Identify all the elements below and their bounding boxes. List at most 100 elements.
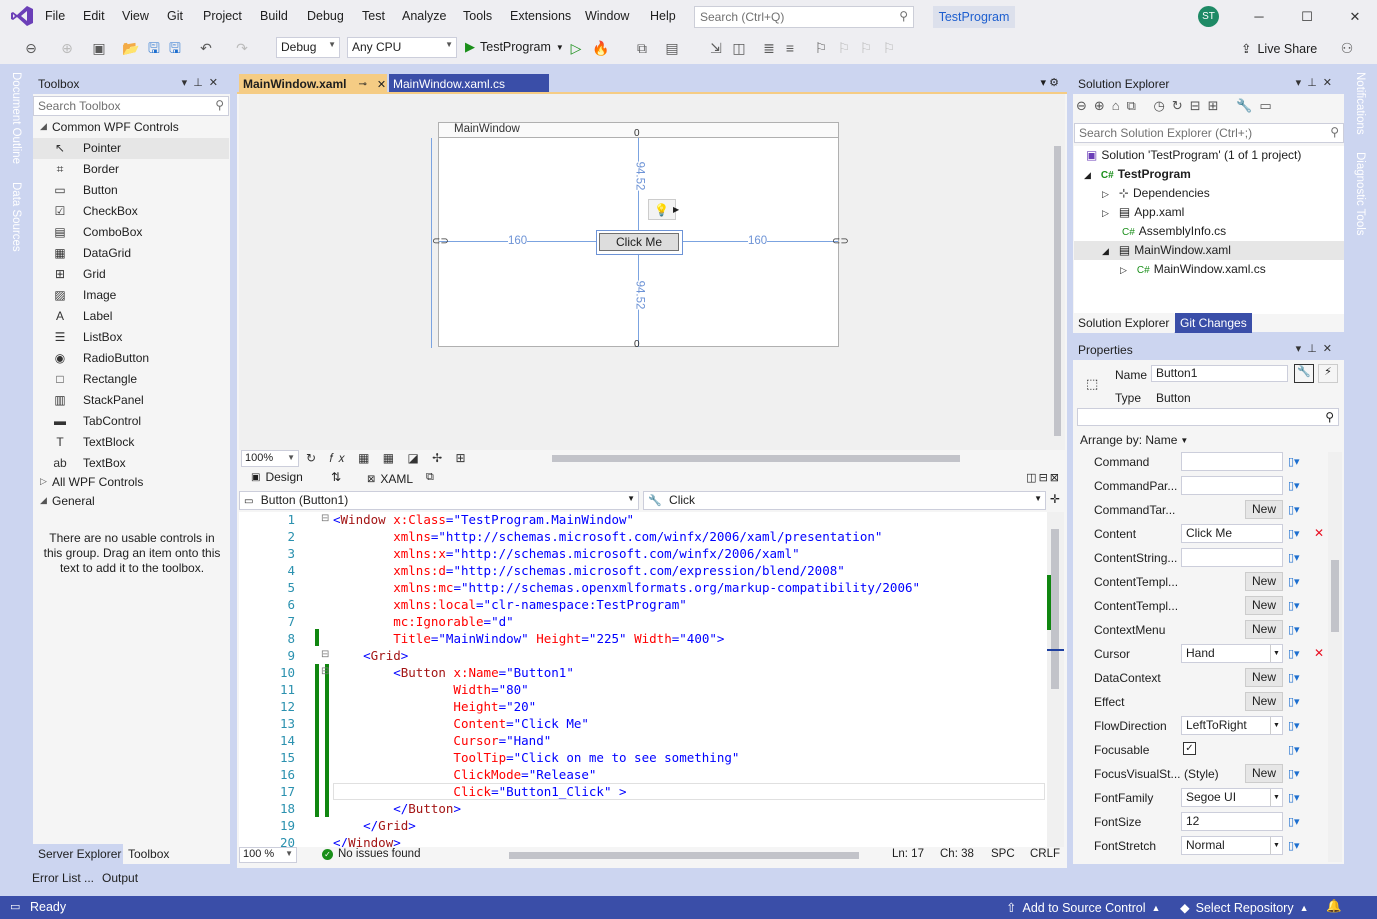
code-line[interactable]: Width="80" bbox=[333, 681, 528, 698]
property-select[interactable]: Normal ▼ bbox=[1181, 836, 1283, 855]
property-marker-icon[interactable]: ▯▾ bbox=[1288, 647, 1300, 660]
code-line[interactable]: xmlns:x="http://schemas.microsoft.com/wi… bbox=[333, 545, 799, 562]
code-line[interactable]: xmlns="http://schemas.microsoft.com/winf… bbox=[333, 528, 882, 545]
property-marker-icon[interactable]: ▯▾ bbox=[1288, 527, 1300, 540]
toolbox-empty-message[interactable]: There are no usable controls in this gro… bbox=[40, 531, 224, 576]
editor-hscroll-thumb[interactable] bbox=[509, 852, 859, 859]
server-explorer-tab[interactable]: Server Explorer bbox=[33, 844, 127, 864]
hot-reload-icon[interactable]: 🔥 bbox=[592, 39, 610, 57]
new-button[interactable]: New bbox=[1245, 692, 1283, 711]
menu-item-debug[interactable]: Debug bbox=[307, 9, 344, 23]
collapse-icon[interactable]: ⊟ bbox=[321, 666, 329, 677]
browse-icon[interactable]: ⧉ bbox=[633, 39, 651, 57]
redo-icon[interactable]: ↷ bbox=[233, 39, 251, 57]
property-marker-icon[interactable]: ▯▾ bbox=[1288, 839, 1300, 852]
menu-item-file[interactable]: File bbox=[45, 9, 65, 23]
close-icon[interactable]: ✕ bbox=[1345, 7, 1365, 27]
code-line[interactable]: Click="Button1_Click" > bbox=[333, 783, 626, 800]
tree-item-mainwindow-cs[interactable]: ▷ C# MainWindow.xaml.cs bbox=[1074, 260, 1344, 279]
toolbox-item-image[interactable]: ▨ Image bbox=[33, 285, 229, 306]
notification-bell-icon[interactable]: 🔔 bbox=[1326, 899, 1342, 914]
pin-icon[interactable]: ⊸ bbox=[358, 79, 366, 90]
minimize-icon[interactable]: ─ bbox=[1249, 7, 1269, 27]
toolbox-item-rectangle[interactable]: □ Rectangle bbox=[33, 369, 229, 390]
code-line[interactable]: Content="Click Me" bbox=[333, 715, 588, 732]
new-button[interactable]: New bbox=[1245, 500, 1283, 519]
diagnostic-tools-tab[interactable]: Diagnostic Tools bbox=[1354, 152, 1366, 236]
property-marker-icon[interactable]: ▯▾ bbox=[1288, 455, 1300, 468]
menu-item-test[interactable]: Test bbox=[362, 9, 385, 23]
live-share-button[interactable]: ⇪ Live Share bbox=[1241, 41, 1317, 57]
property-marker-icon[interactable]: ▯▾ bbox=[1288, 791, 1300, 804]
save-icon[interactable]: 🖫 bbox=[145, 39, 163, 57]
property-input[interactable] bbox=[1181, 476, 1283, 495]
new-project-icon[interactable]: ▣ bbox=[90, 39, 108, 57]
notifications-tab[interactable]: Notifications bbox=[1354, 72, 1366, 135]
data-sources-tab[interactable]: Data Sources bbox=[10, 182, 22, 252]
search-input[interactable]: Search (Ctrl+Q) ⚲ bbox=[694, 6, 914, 28]
properties-vscroll[interactable] bbox=[1328, 452, 1342, 862]
solution-search-input[interactable]: Search Solution Explorer (Ctrl+;) ⚲ bbox=[1074, 123, 1344, 143]
tree-item-solution[interactable]: ▣ Solution 'TestProgram' (1 of 1 project) bbox=[1074, 146, 1344, 165]
tab-mainwindow-xaml-cs[interactable]: MainWindow.xaml.cs bbox=[389, 74, 549, 94]
window-controls[interactable]: ▾⊥✕ bbox=[1296, 76, 1338, 89]
code-line[interactable]: xmlns:mc="http://schemas.openxmlformats.… bbox=[333, 579, 920, 596]
toolbox-search-input[interactable]: Search Toolbox ⚲ bbox=[33, 96, 229, 116]
line-indicator[interactable]: Ln: 17 bbox=[892, 848, 924, 860]
platform-select[interactable]: Any CPU ▼ bbox=[347, 37, 457, 58]
property-marker-icon[interactable]: ▯▾ bbox=[1288, 503, 1300, 516]
property-marker-icon[interactable]: ▯▾ bbox=[1288, 575, 1300, 588]
menu-item-extensions[interactable]: Extensions bbox=[510, 9, 571, 23]
tab-options-icon[interactable]: ▾ ⚙ bbox=[1041, 76, 1059, 89]
property-marker-icon[interactable]: ▯▾ bbox=[1288, 479, 1300, 492]
next-bookmark-icon[interactable]: ⚐ bbox=[857, 39, 875, 57]
maximize-icon[interactable]: ☐ bbox=[1297, 7, 1317, 27]
close-icon[interactable]: ✕ bbox=[377, 78, 386, 91]
split-icon[interactable]: ◫ bbox=[730, 39, 748, 57]
swap-panes-icon[interactable]: ⇅ bbox=[331, 470, 341, 484]
quick-actions-button[interactable]: 💡 ▶ bbox=[648, 199, 679, 220]
open-file-icon[interactable]: 📂 bbox=[122, 39, 140, 57]
menu-item-tools[interactable]: Tools bbox=[463, 9, 492, 23]
property-marker-icon[interactable]: ▯▾ bbox=[1288, 599, 1300, 612]
checkbox[interactable]: ✓ bbox=[1183, 742, 1196, 755]
code-line[interactable]: <Grid> bbox=[333, 647, 408, 664]
menu-item-analyze[interactable]: Analyze bbox=[402, 9, 446, 23]
property-select[interactable]: Hand ▼ bbox=[1181, 644, 1283, 663]
scroll-thumb[interactable] bbox=[1054, 146, 1061, 436]
reset-icon[interactable]: ✕ bbox=[1314, 526, 1324, 540]
popout-icon[interactable]: ⧉ bbox=[426, 471, 434, 484]
property-input[interactable]: Click Me bbox=[1181, 524, 1283, 543]
new-button[interactable]: New bbox=[1245, 596, 1283, 615]
visual-studio-logo-icon[interactable] bbox=[10, 5, 34, 27]
toolbox-item-pointer[interactable]: ↖ Pointer bbox=[33, 138, 229, 159]
designer-hscroll-thumb[interactable] bbox=[552, 455, 960, 462]
property-marker-icon[interactable]: ▯▾ bbox=[1288, 719, 1300, 732]
tree-item-project[interactable]: ◢ C# TestProgram bbox=[1074, 165, 1344, 184]
split-view-icons[interactable]: ◫⊟⊠ bbox=[1026, 471, 1061, 484]
reset-icon[interactable]: ✕ bbox=[1314, 646, 1324, 660]
menu-item-git[interactable]: Git bbox=[167, 9, 183, 23]
toolbox-group-all[interactable]: ▷ All WPF Controls bbox=[33, 473, 229, 492]
toolbox-item-button[interactable]: ▭ Button bbox=[33, 180, 229, 201]
collapse-icon[interactable]: ⊟ bbox=[321, 649, 329, 660]
property-marker-icon[interactable]: ▯▾ bbox=[1288, 695, 1300, 708]
tree-item-assemblyinfo[interactable]: C# AssemblyInfo.cs bbox=[1074, 222, 1344, 241]
scroll-thumb[interactable] bbox=[1331, 560, 1339, 632]
uncomment-icon[interactable]: ≡ bbox=[781, 39, 799, 57]
name-input[interactable]: Button1 bbox=[1151, 365, 1288, 382]
menu-item-edit[interactable]: Edit bbox=[83, 9, 105, 23]
tab-design[interactable]: ▣ Design bbox=[251, 470, 303, 484]
event-select[interactable]: 🔧 Click ▼ bbox=[643, 491, 1046, 510]
code-line[interactable]: ClickMode="Release" bbox=[333, 766, 596, 783]
issues-indicator[interactable]: ✓ No issues found bbox=[322, 848, 420, 860]
designer-vscroll[interactable] bbox=[1051, 94, 1065, 450]
window-controls[interactable]: ▾⊥✕ bbox=[1296, 342, 1338, 355]
comment-icon[interactable]: ≣ bbox=[760, 39, 778, 57]
solution-explorer-toolbar[interactable]: ⊖⊕⌂⧉ ◷↻⊟⊞ 🔧▭ bbox=[1076, 98, 1279, 114]
code-line[interactable]: Height="20" bbox=[333, 698, 536, 715]
properties-search-input[interactable]: ⚲ bbox=[1077, 408, 1339, 426]
code-line[interactable]: <Window x:Class="TestProgram.MainWindow" bbox=[333, 511, 634, 528]
properties-view-icon[interactable]: 🔧 bbox=[1294, 364, 1314, 383]
line-ending-indicator[interactable]: CRLF bbox=[1030, 848, 1060, 860]
